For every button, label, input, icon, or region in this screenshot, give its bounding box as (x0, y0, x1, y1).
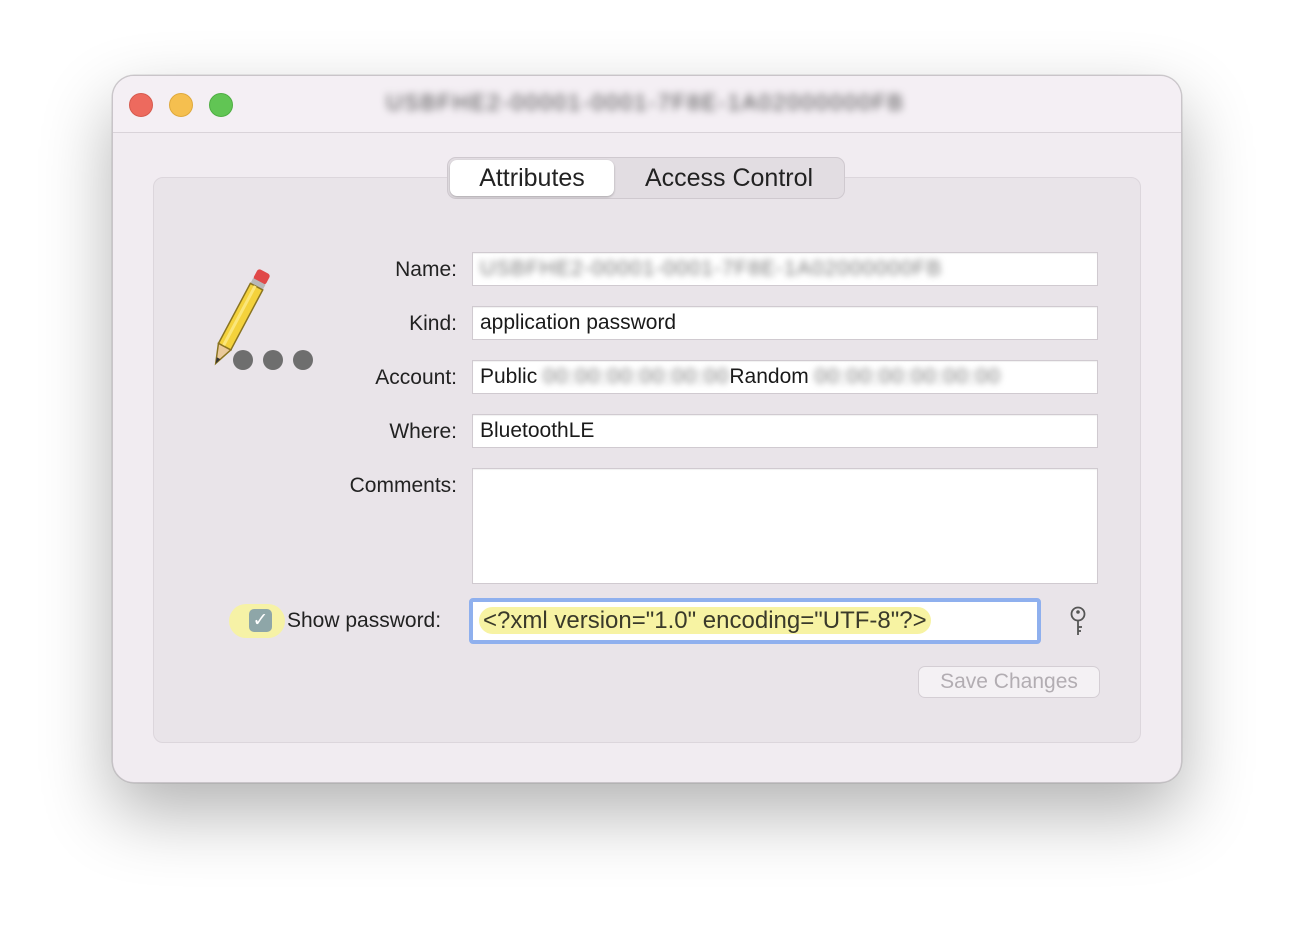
zoom-button[interactable] (209, 93, 233, 117)
name-value-redacted: USBFHE2-00001-0001-7F8E-1A02000000FB (480, 257, 943, 280)
account-value-redacted-2: 00:00:00:00:00:00 (814, 365, 1001, 388)
show-password-label: Show password: (287, 609, 442, 632)
close-button[interactable] (129, 93, 153, 117)
where-field[interactable]: BluetoothLE (472, 414, 1098, 448)
keychain-item-window: USBFHE2-00001-0001-7F8E-1A02000000FB Att… (112, 75, 1182, 783)
window-title: USBFHE2-00001-0001-7F8E-1A02000000FB (386, 90, 905, 115)
name-label: Name: (395, 258, 457, 281)
account-value-part2: Random (729, 365, 809, 388)
kind-field[interactable]: application password (472, 306, 1098, 340)
comments-label: Comments: (349, 474, 457, 497)
password-value: <?xml version="1.0" encoding="UTF-8"?> (479, 607, 931, 634)
tab-attributes[interactable]: Attributes (450, 160, 614, 196)
minimize-button[interactable] (169, 93, 193, 117)
password-field[interactable]: <?xml version="1.0" encoding="UTF-8"?> (469, 598, 1041, 644)
account-value-redacted-1: 00:00:00:00:00:00 (543, 365, 730, 388)
pencil-password-icon (201, 260, 317, 376)
key-icon[interactable] (1067, 606, 1089, 638)
show-password-highlight: ✓ (229, 604, 285, 638)
save-changes-button[interactable]: Save Changes (918, 666, 1100, 698)
account-label: Account: (375, 366, 457, 389)
account-value-part1: Public (480, 365, 538, 388)
account-field[interactable]: Public 00:00:00:00:00:00Random 00:00:00:… (472, 360, 1098, 394)
title-bar[interactable]: USBFHE2-00001-0001-7F8E-1A02000000FB (113, 76, 1181, 133)
tab-access-control[interactable]: Access Control (618, 160, 840, 196)
show-password-checkbox[interactable]: ✓ (249, 609, 272, 632)
where-label: Where: (389, 420, 457, 443)
comments-field[interactable] (472, 468, 1098, 584)
kind-label: Kind: (409, 312, 457, 335)
tab-bar: Attributes Access Control (447, 157, 845, 199)
name-field[interactable]: USBFHE2-00001-0001-7F8E-1A02000000FB (472, 252, 1098, 286)
